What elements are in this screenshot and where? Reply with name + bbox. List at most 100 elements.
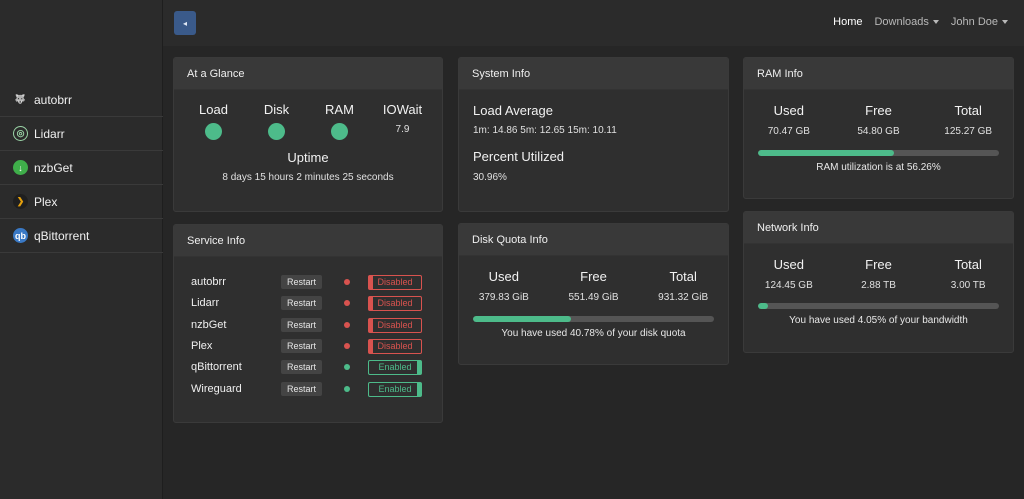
load-label: Load xyxy=(199,102,228,117)
chevron-left-icon: ◂ xyxy=(182,18,187,28)
sidebar-item-label: Plex xyxy=(34,194,58,209)
disk-total-label: Total xyxy=(669,269,697,284)
disk-label: Disk xyxy=(263,102,290,117)
ram-total-label: Total xyxy=(954,103,982,118)
ram-free-value: 54.80 GB xyxy=(857,126,900,137)
status-dot-icon xyxy=(344,279,350,285)
service-name: autobrr xyxy=(191,276,226,288)
glance-stats: Load Disk RAM IOWait 7.9 xyxy=(174,102,442,140)
network-caption: You have used 4.05% of your bandwidth xyxy=(789,315,968,326)
ram-total: Total 125.27 GB xyxy=(923,103,1013,137)
glance-load: Load xyxy=(182,102,245,140)
sidebar-item-plex[interactable]: ❯ Plex xyxy=(0,185,163,219)
network-progress-bar xyxy=(758,303,999,309)
network-total: Total 3.00 TB xyxy=(923,257,1013,291)
ram-status-indicator xyxy=(331,123,348,140)
service-name: qBittorrent xyxy=(191,361,242,373)
nav-user-dropdown[interactable]: John Doe xyxy=(951,16,1008,28)
sidebar-item-qbittorrent[interactable]: qb qBittorrent xyxy=(0,219,163,253)
glance-ram: RAM xyxy=(308,102,371,140)
ram-label: RAM xyxy=(325,102,354,117)
service-name: Lidarr xyxy=(191,297,220,309)
caret-down-icon xyxy=(932,20,939,25)
ram-free: Free 54.80 GB xyxy=(834,103,924,137)
nav-downloads-label: Downloads xyxy=(874,16,929,28)
service-status-toggle[interactable]: Disabled xyxy=(368,338,422,354)
disk-free-label: Free xyxy=(580,269,607,284)
network-free-label: Free xyxy=(865,257,892,272)
disk-used-label: Used xyxy=(488,269,520,284)
sidebar-item-label: Lidarr xyxy=(34,126,65,141)
disk-title: Disk Quota Info xyxy=(459,224,728,256)
uptime-value: 8 days 15 hours 2 minutes 25 seconds xyxy=(222,172,394,183)
restart-button[interactable]: Restart xyxy=(281,360,323,374)
service-status-toggle[interactable]: Enabled xyxy=(368,359,422,375)
restart-button[interactable]: Restart xyxy=(281,382,323,396)
plex-icon: ❯ xyxy=(13,194,28,209)
disk-status-indicator xyxy=(268,123,285,140)
ram-progress-bar xyxy=(758,150,999,156)
restart-button[interactable]: Restart xyxy=(281,339,323,353)
status-dot-icon xyxy=(344,300,350,306)
disk-card: Disk Quota Info Used 379.83 GiB Free 551… xyxy=(458,223,729,365)
iowait-value: 7.9 xyxy=(395,124,410,135)
sidebar-list: 🐺 autobrr ◎ Lidarr ↓ nzbGet ❯ Plex qb qB… xyxy=(0,83,163,253)
status-dot-icon xyxy=(344,386,350,392)
status-dot-icon xyxy=(344,343,350,349)
glance-card: At a Glance Load Disk RAM IOWait 7.9 Upt… xyxy=(173,57,443,212)
ram-total-value: 125.27 GB xyxy=(944,126,993,137)
service-row: Plex Restart Disabled xyxy=(191,337,431,355)
sidebar-toggle-button[interactable]: ◂ xyxy=(174,11,196,35)
ram-title: RAM Info xyxy=(744,58,1013,90)
network-total-value: 3.00 TB xyxy=(950,280,986,291)
service-row: autobrr Restart Disabled xyxy=(191,273,431,291)
nav-downloads-dropdown[interactable]: Downloads xyxy=(874,16,939,28)
network-title: Network Info xyxy=(744,212,1013,244)
network-free: Free 2.88 TB xyxy=(834,257,924,291)
network-free-value: 2.88 TB xyxy=(861,280,896,291)
restart-button[interactable]: Restart xyxy=(281,275,323,289)
service-status-toggle[interactable]: Disabled xyxy=(368,317,422,333)
service-name: Wireguard xyxy=(191,383,242,395)
disk-progress-fill xyxy=(473,316,572,322)
service-row: Lidarr Restart Disabled xyxy=(191,294,431,312)
percent-utilized-value: 30.96% xyxy=(473,172,507,183)
service-name: nzbGet xyxy=(191,319,227,331)
service-status-toggle[interactable]: Disabled xyxy=(368,274,422,290)
status-dot-icon xyxy=(344,364,350,370)
restart-button[interactable]: Restart xyxy=(281,318,323,332)
system-card: System Info Load Average 1m: 14.86 5m: 1… xyxy=(458,57,729,212)
glance-title: At a Glance xyxy=(174,58,442,90)
iowait-label: IOWait xyxy=(382,102,423,117)
network-card: Network Info Used 124.45 GB Free 2.88 TB… xyxy=(743,211,1014,353)
service-status-toggle[interactable]: Disabled xyxy=(368,295,422,311)
restart-button[interactable]: Restart xyxy=(281,296,323,310)
load-status-indicator xyxy=(205,123,222,140)
ram-card: RAM Info Used 70.47 GB Free 54.80 GB Tot… xyxy=(743,57,1014,199)
service-name: Plex xyxy=(191,340,213,352)
nav-home-link[interactable]: Home xyxy=(833,16,862,28)
ram-used-label: Used xyxy=(773,103,805,118)
network-used-label: Used xyxy=(773,257,805,272)
disk-total-value: 931.32 GiB xyxy=(658,292,709,303)
service-status-toggle[interactable]: Enabled xyxy=(368,381,422,397)
ram-stats: Used 70.47 GB Free 54.80 GB Total 125.27… xyxy=(744,103,1013,137)
network-used-value: 124.45 GB xyxy=(764,280,813,291)
sidebar: 🐺 autobrr ◎ Lidarr ↓ nzbGet ❯ Plex qb qB… xyxy=(0,0,163,499)
autobrr-icon: 🐺 xyxy=(13,92,28,107)
network-used: Used 124.45 GB xyxy=(744,257,834,291)
disk-progress-bar xyxy=(473,316,714,322)
sidebar-item-label: qBittorrent xyxy=(34,228,90,243)
uptime-label: Uptime xyxy=(287,150,329,165)
sidebar-item-label: nzbGet xyxy=(34,160,73,175)
sidebar-item-nzbget[interactable]: ↓ nzbGet xyxy=(0,151,163,185)
status-dot-icon xyxy=(344,322,350,328)
ram-free-label: Free xyxy=(865,103,892,118)
topbar: ◂ Home Downloads John Doe xyxy=(163,0,1024,46)
nav-user-label: John Doe xyxy=(950,16,998,28)
glance-iowait: IOWait 7.9 xyxy=(371,102,434,140)
service-title: Service Info xyxy=(174,225,442,257)
sidebar-item-lidarr[interactable]: ◎ Lidarr xyxy=(0,117,163,151)
service-row: qBittorrent Restart Enabled xyxy=(191,358,431,376)
sidebar-item-autobrr[interactable]: 🐺 autobrr xyxy=(0,83,163,117)
